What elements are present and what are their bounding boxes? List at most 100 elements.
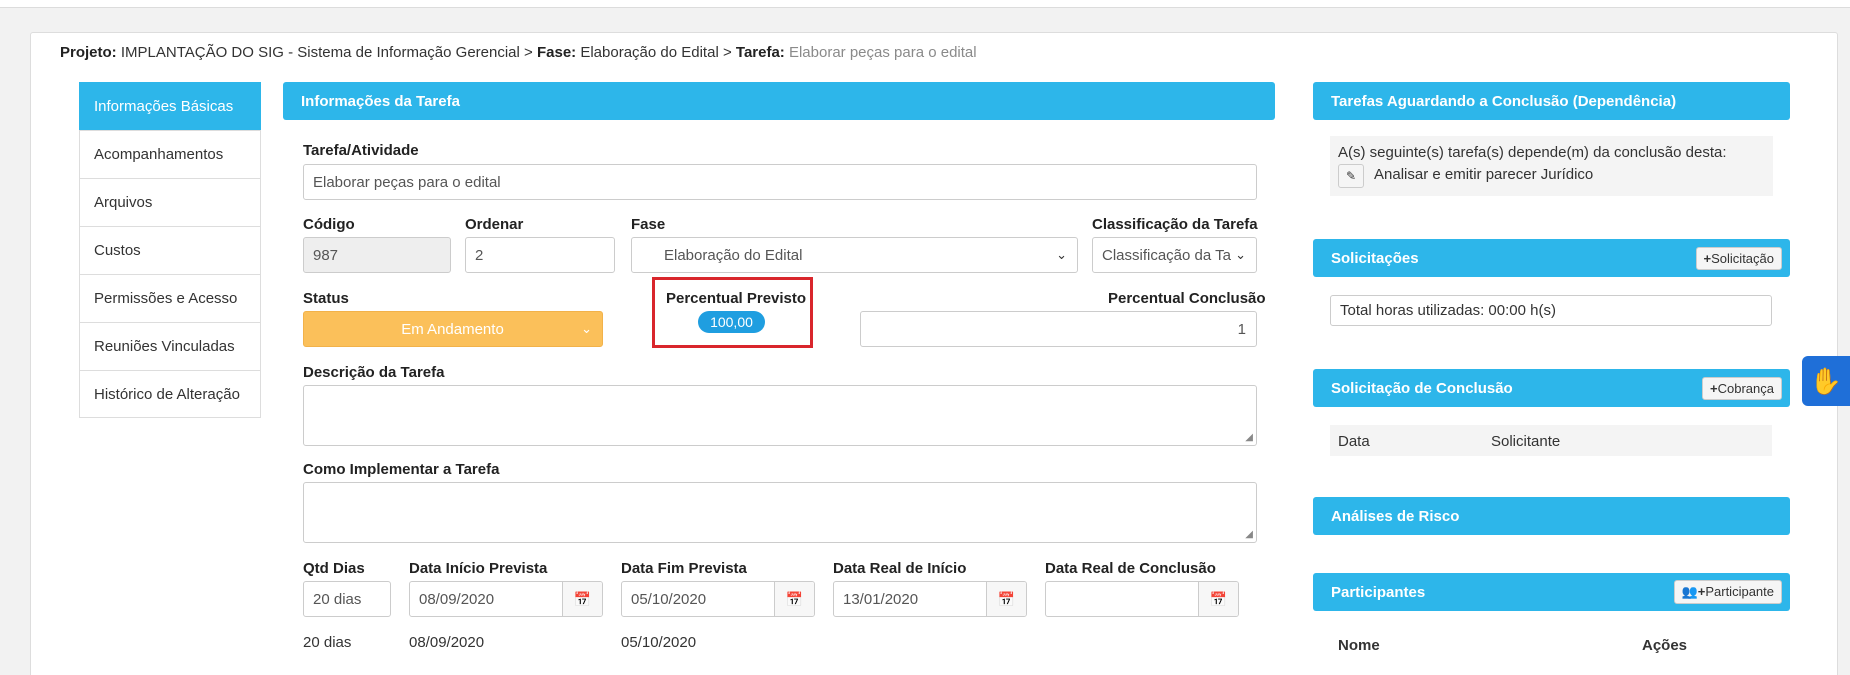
implementar-label: Como Implementar a Tarefa xyxy=(303,461,500,478)
data-real-conclusao-label: Data Real de Conclusão xyxy=(1045,560,1216,577)
chevron-down-icon: ⌄ xyxy=(1235,247,1246,262)
calendar-icon[interactable]: 📅 xyxy=(986,582,1026,616)
classificacao-select[interactable]: Classificação da Ta ⌄ xyxy=(1092,237,1257,273)
data-real-inicio-value: 13/01/2020 xyxy=(843,590,919,608)
dependencia-item[interactable]: Analisar e emitir parecer Jurídico xyxy=(1374,166,1593,183)
percentual-previsto-label: Percentual Previsto xyxy=(666,290,807,307)
tab-label: Informações Básicas xyxy=(94,98,234,115)
solicitacao-conclusao-title: Solicitação de Conclusão xyxy=(1331,379,1513,397)
tab-label: Histórico de Alteração xyxy=(94,385,240,403)
qtd-dias-label: Qtd Dias xyxy=(303,560,365,577)
status-label: Status xyxy=(303,290,349,307)
add-participante-label: Participante xyxy=(1705,584,1774,599)
data-inicio-readonly: 08/09/2020 xyxy=(409,634,485,651)
tab-label: Custos xyxy=(94,242,141,259)
dependencias-text: A(s) seguinte(s) tarefa(s) depende(m) da… xyxy=(1338,144,1727,161)
edit-pencil-icon[interactable]: ✎ xyxy=(1338,164,1364,188)
resize-handle-icon[interactable]: ◢ xyxy=(1245,432,1253,443)
breadcrumb-separator: > xyxy=(524,44,533,61)
fase-select-value: Elaboração do Edital xyxy=(664,246,803,264)
dependencias-title: Tarefas Aguardando a Conclusão (Dependên… xyxy=(1331,92,1677,110)
resize-handle-icon[interactable]: ◢ xyxy=(1245,529,1253,540)
tab-arquivos[interactable]: Arquivos xyxy=(79,178,261,226)
descricao-textarea[interactable]: ◢ xyxy=(303,385,1257,446)
data-fim-prevista-value: 05/10/2020 xyxy=(631,590,707,608)
tab-label: Reuniões Vinculadas xyxy=(94,338,235,355)
data-fim-prevista-label: Data Fim Prevista xyxy=(621,560,747,577)
participantes-header: Participantes 👥+Participante xyxy=(1313,573,1790,611)
data-real-inicio-input[interactable]: 13/01/2020 📅 xyxy=(833,581,1027,617)
tab-acompanhamentos[interactable]: Acompanhamentos xyxy=(79,130,261,178)
breadcrumb: Projeto: IMPLANTAÇÃO DO SIG - Sistema de… xyxy=(60,44,977,61)
data-inicio-prevista-value: 08/09/2020 xyxy=(419,590,495,608)
implementar-textarea[interactable]: ◢ xyxy=(303,482,1257,543)
percentual-conclusao-input[interactable]: 1 xyxy=(860,311,1257,347)
add-solicitacao-button[interactable]: +Solicitação xyxy=(1695,246,1782,270)
solicitacao-conclusao-header: Solicitação de Conclusão +Cobrança xyxy=(1313,369,1790,407)
breadcrumb-projeto[interactable]: IMPLANTAÇÃO DO SIG - Sistema de Informaç… xyxy=(121,44,520,61)
breadcrumb-tarefa: Elaborar peças para o edital xyxy=(788,44,977,61)
chevron-down-icon: ⌄ xyxy=(1056,247,1067,262)
breadcrumb-fase-label: Fase: xyxy=(536,44,577,61)
data-inicio-prevista-label: Data Início Prevista xyxy=(409,560,548,577)
add-solicitacao-label: Solicitação xyxy=(1711,250,1774,266)
sign-language-icon[interactable]: ✋ xyxy=(1802,356,1850,406)
descricao-label: Descrição da Tarefa xyxy=(303,364,445,381)
calendar-icon[interactable]: 📅 xyxy=(1198,582,1238,616)
analises-risco-header: Análises de Risco xyxy=(1313,497,1790,535)
analises-risco-title: Análises de Risco xyxy=(1331,507,1460,525)
data-real-conclusao-input[interactable]: 📅 xyxy=(1045,581,1239,617)
breadcrumb-projeto-label: Projeto: xyxy=(60,44,117,61)
tab-permissoes-acesso[interactable]: Permissões e Acesso xyxy=(79,274,261,322)
data-real-inicio-label: Data Real de Início xyxy=(833,560,967,577)
breadcrumb-fase[interactable]: Elaboração do Edital xyxy=(580,44,718,61)
chevron-down-icon: ⌄ xyxy=(581,321,592,336)
tab-historico-alteracao[interactable]: Histórico de Alteração xyxy=(79,370,261,418)
tab-informacoes-basicas[interactable]: Informações Básicas xyxy=(79,82,261,130)
codigo-input: 987 xyxy=(303,237,451,273)
data-fim-prevista-input[interactable]: 05/10/2020 📅 xyxy=(621,581,815,617)
dependencias-panel-header: Tarefas Aguardando a Conclusão (Dependên… xyxy=(1313,82,1790,120)
breadcrumb-separator: > xyxy=(722,44,732,61)
plus-icon: + xyxy=(1710,380,1718,396)
ordenar-input[interactable]: 2 xyxy=(465,237,615,273)
add-cobranca-button[interactable]: +Cobrança xyxy=(1702,376,1782,400)
percentual-conclusao-label: Percentual Conclusão xyxy=(1108,290,1266,307)
solicitacoes-panel-header: Solicitações +Solicitação xyxy=(1313,239,1790,277)
data-fim-readonly: 05/10/2020 xyxy=(621,634,697,651)
tab-label: Arquivos xyxy=(94,194,153,211)
classificacao-select-value: Classificação da Ta xyxy=(1102,246,1231,264)
fase-label: Fase xyxy=(631,216,666,233)
col-data: Data xyxy=(1338,433,1370,450)
qtd-dias-input[interactable]: 20 dias xyxy=(303,581,391,617)
ordenar-label: Ordenar xyxy=(465,216,524,233)
task-panel-title: Informações da Tarefa xyxy=(301,92,460,110)
calendar-icon[interactable]: 📅 xyxy=(774,582,814,616)
total-horas-field: Total horas utilizadas: 00:00 h(s) xyxy=(1330,295,1772,326)
tab-label: Permissões e Acesso xyxy=(94,290,238,307)
task-panel-header: Informações da Tarefa xyxy=(283,82,1275,120)
tarefa-input[interactable]: Elaborar peças para o edital xyxy=(303,164,1257,200)
col-nome: Nome xyxy=(1338,637,1380,654)
tab-custos[interactable]: Custos xyxy=(79,226,261,274)
users-icon: 👥 xyxy=(1681,584,1698,599)
tarefa-label: Tarefa/Atividade xyxy=(303,142,419,159)
breadcrumb-tarefa-label: Tarefa: xyxy=(735,44,785,61)
status-select[interactable]: Em Andamento ⌄ xyxy=(303,311,603,347)
top-bar xyxy=(0,0,1850,8)
fase-select[interactable]: Elaboração do Edital ⌄ xyxy=(631,237,1078,273)
calendar-icon[interactable]: 📅 xyxy=(562,582,602,616)
tab-label: Acompanhamentos xyxy=(94,146,224,163)
qtd-dias-readonly: 20 dias xyxy=(303,634,352,651)
sidebar-tabs: Informações Básicas Acompanhamentos Arqu… xyxy=(79,82,261,418)
tab-reunioes-vinculadas[interactable]: Reuniões Vinculadas xyxy=(79,322,261,370)
add-cobranca-label: Cobrança xyxy=(1717,380,1774,396)
codigo-label: Código xyxy=(303,216,355,233)
status-select-value: Em Andamento xyxy=(401,320,504,338)
col-solicitante: Solicitante xyxy=(1491,433,1561,450)
plus-icon: + xyxy=(1703,250,1712,266)
data-inicio-prevista-input[interactable]: 08/09/2020 📅 xyxy=(409,581,603,617)
percentual-previsto-badge: 100,00 xyxy=(698,311,765,333)
add-participante-button[interactable]: 👥+Participante xyxy=(1673,580,1782,604)
solicitacoes-title: Solicitações xyxy=(1331,249,1419,267)
